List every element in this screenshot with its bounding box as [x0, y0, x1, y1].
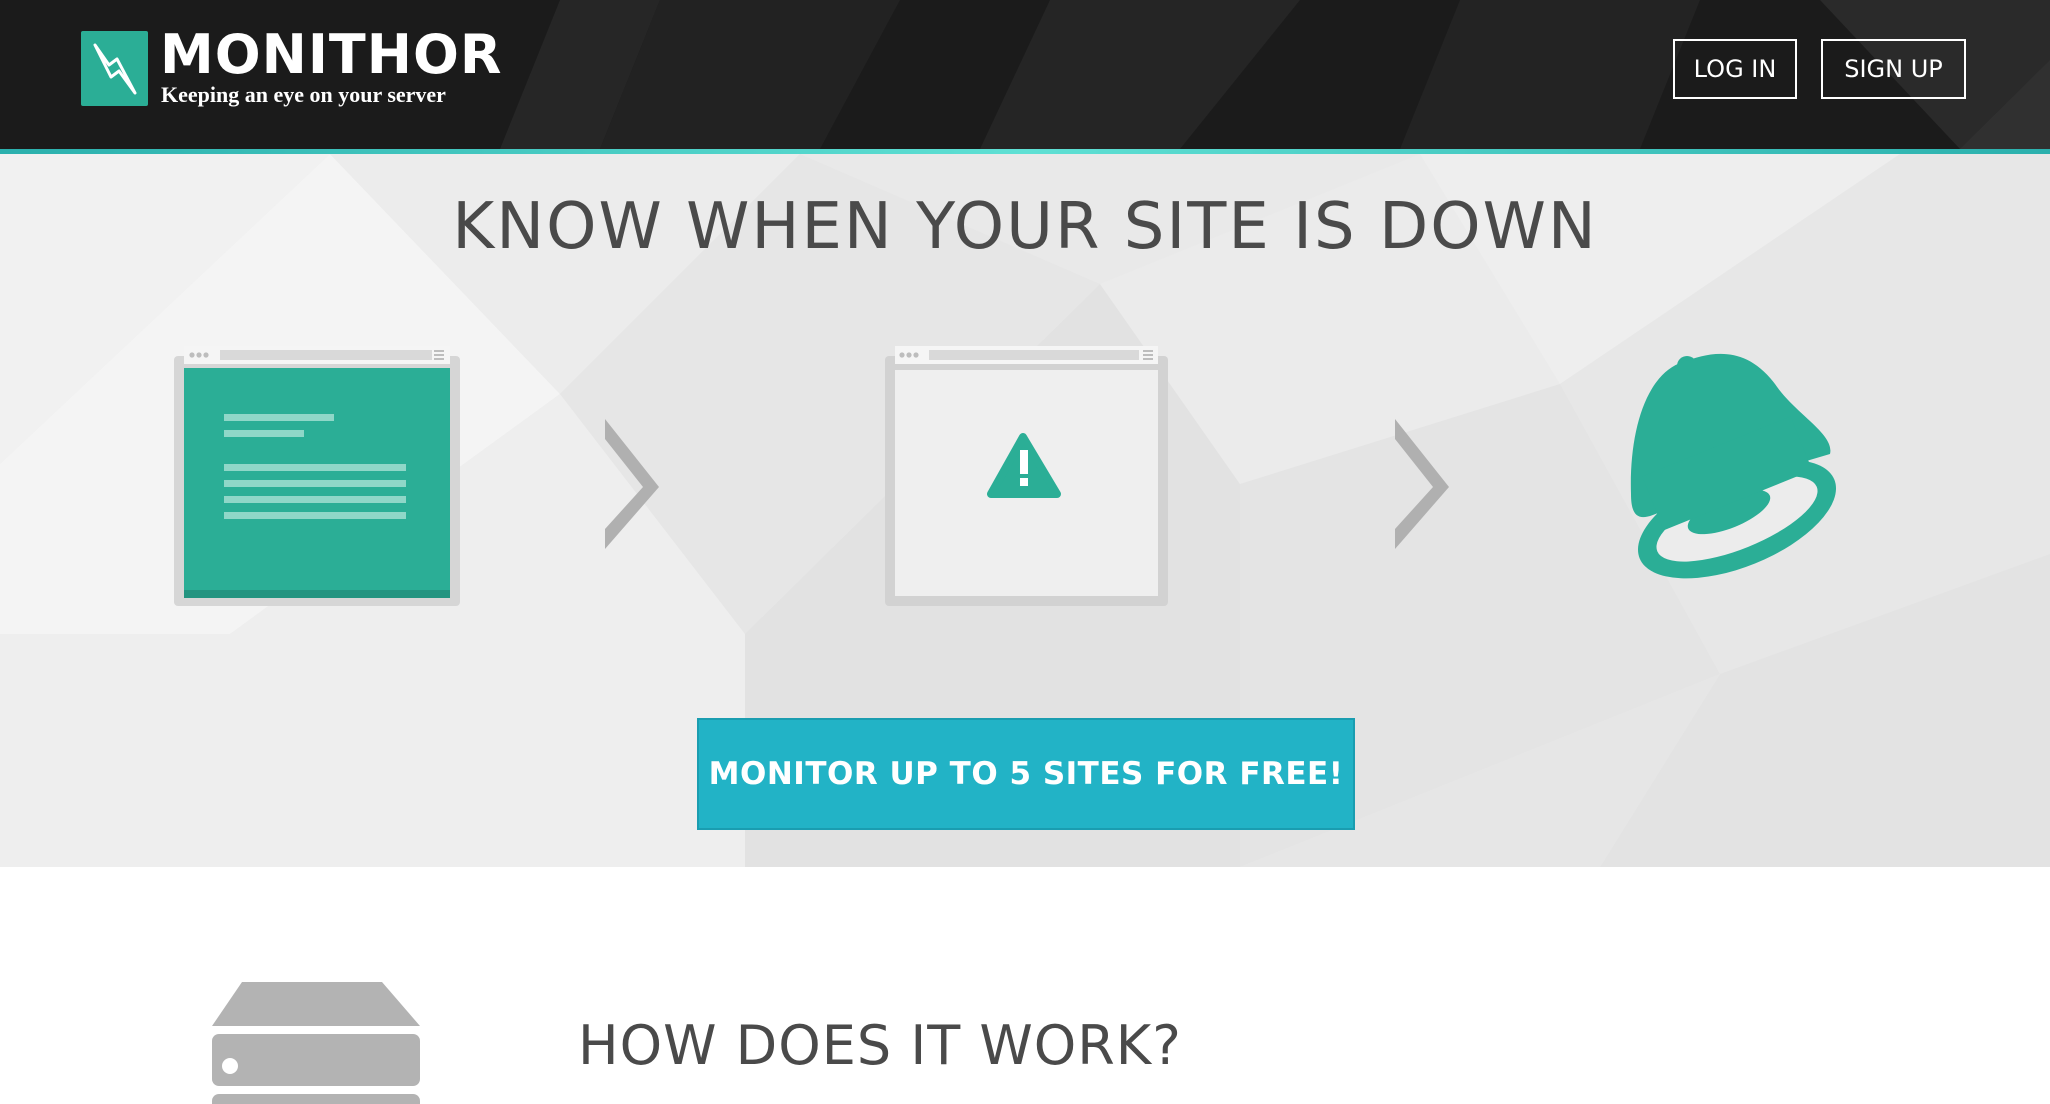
server-icon [212, 982, 420, 1104]
hero-section: KNOW WHEN YOUR SITE IS DOWN MONITOR UP T… [0, 154, 2050, 867]
chevron-right-icon [1395, 419, 1449, 549]
chevron-right-icon [605, 419, 659, 549]
brand-tagline: Keeping an eye on your server [161, 82, 446, 107]
website-page-icon [174, 346, 460, 606]
signup-button[interactable]: SIGN UP [1821, 39, 1966, 99]
bell-icon [1630, 353, 1837, 579]
cta-monitor-free-button[interactable]: MONITOR UP TO 5 SITES FOR FREE! [697, 718, 1355, 830]
how-it-works-title: HOW DOES IT WORK? [578, 1014, 1182, 1077]
logo[interactable] [81, 31, 148, 106]
site-header: MONITHOR Keeping an eye on your server L… [0, 0, 2050, 149]
hero-title: KNOW WHEN YOUR SITE IS DOWN [452, 190, 1598, 264]
how-it-works-section: HOW DOES IT WORK? [0, 867, 2050, 1104]
lightning-bolt-icon [93, 43, 137, 95]
login-button[interactable]: LOG IN [1673, 39, 1797, 99]
brand-name[interactable]: MONITHOR [160, 25, 502, 85]
broken-page-warning-icon [885, 346, 1168, 606]
